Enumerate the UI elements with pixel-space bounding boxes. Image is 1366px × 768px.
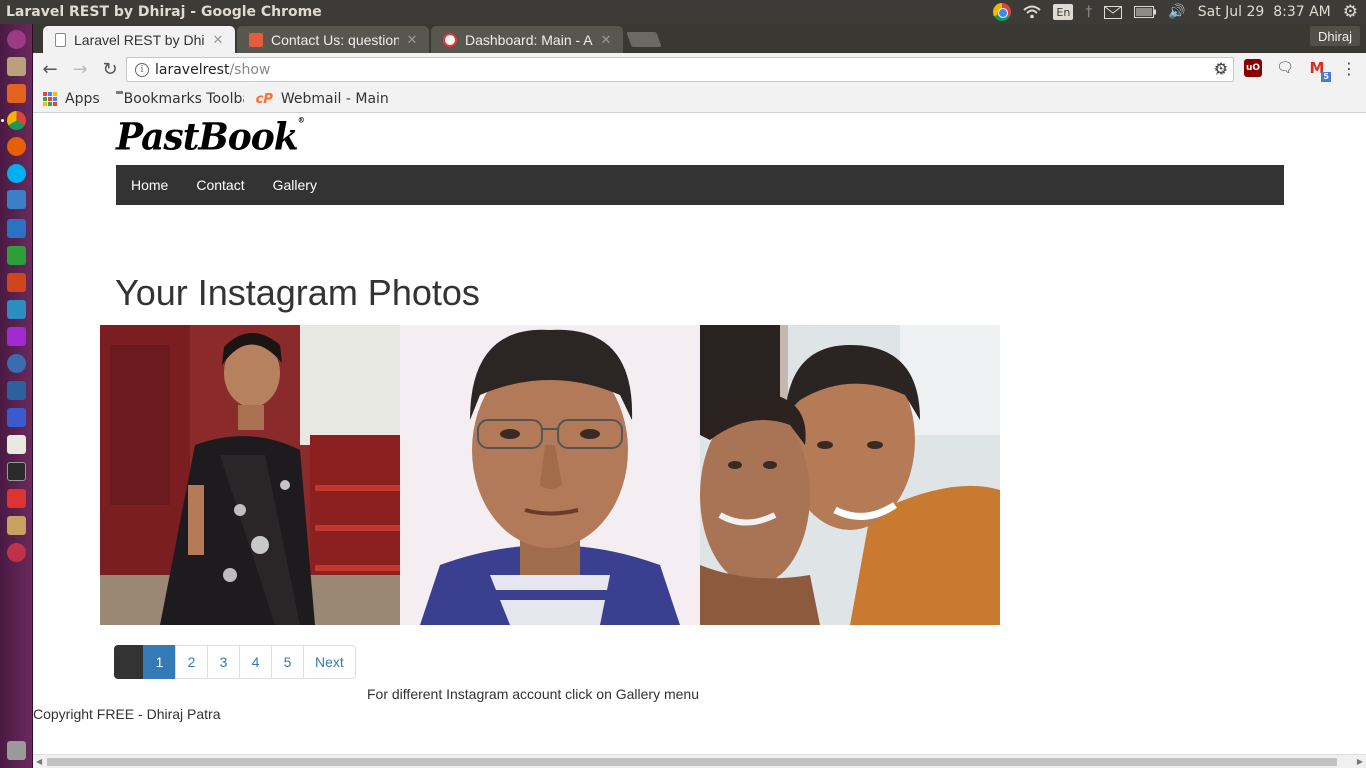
window-title: Laravel REST by Dhiraj - Google Chrome xyxy=(6,4,322,20)
target-icon xyxy=(443,32,457,47)
unity-launcher xyxy=(0,24,33,768)
bookmark-label: Bookmarks Toolbar xyxy=(123,91,244,107)
web-page: PastBook® Home Contact Gallery Your Inst… xyxy=(33,114,1366,754)
settings-gear-icon[interactable]: ⚙ xyxy=(1343,2,1358,22)
chrome-menu-icon[interactable]: ⋮ xyxy=(1340,59,1358,78)
tab-label: Laravel REST by Dhiraj xyxy=(74,31,205,48)
system-indicators: En † 🔊 Sat Jul 29 8:37 AM ⚙ xyxy=(993,2,1366,22)
cpanel-icon: cP xyxy=(255,91,273,107)
site-logo[interactable]: PastBook® xyxy=(116,114,305,160)
instagram-photo[interactable] xyxy=(100,325,400,625)
back-arrow-icon[interactable]: ← xyxy=(37,57,63,83)
scroll-right-arrow-icon[interactable]: ▶ xyxy=(1357,757,1363,766)
launcher-impress-icon[interactable] xyxy=(7,273,26,292)
nav-contact-link[interactable]: Contact xyxy=(182,165,258,205)
launcher-app6-icon[interactable] xyxy=(7,516,26,535)
close-icon[interactable]: ✕ xyxy=(211,32,225,48)
instagram-photo[interactable] xyxy=(700,325,1000,625)
apps-grid-icon xyxy=(43,92,57,106)
site-logo-text: PastBook xyxy=(116,114,299,160)
launcher-messenger-icon[interactable] xyxy=(7,190,26,209)
system-top-panel: Laravel REST by Dhiraj - Google Chrome E… xyxy=(0,0,1366,24)
gmail-icon[interactable]: M5 xyxy=(1308,59,1331,82)
scroll-left-arrow-icon[interactable]: ◀ xyxy=(36,757,42,766)
new-tab-button[interactable] xyxy=(626,32,662,47)
launcher-software-icon[interactable] xyxy=(7,84,26,103)
tab-label: Dashboard: Main - Activity xyxy=(465,31,593,48)
chrome-indicator-icon[interactable] xyxy=(993,2,1012,22)
address-bar[interactable]: i laravelrest/show ☆ xyxy=(126,57,1234,82)
nav-gallery-link[interactable]: Gallery xyxy=(259,165,331,205)
bookmark-label: Apps xyxy=(65,91,100,107)
horizontal-scrollbar[interactable]: ◀ ▶ xyxy=(33,754,1366,768)
launcher-phpstorm-icon[interactable] xyxy=(7,327,26,346)
launcher-skype-icon[interactable] xyxy=(7,164,26,183)
pagination-page-1[interactable]: 1 xyxy=(143,645,176,679)
launcher-calc-icon[interactable] xyxy=(7,246,26,265)
browser-tabstrip: Laravel REST by Dhiraj ✕ Contact Us: que… xyxy=(33,24,1366,53)
launcher-chrome-icon[interactable] xyxy=(7,111,26,130)
gallery-hint-text: For different Instagram account click on… xyxy=(367,686,700,702)
close-icon[interactable]: ✕ xyxy=(405,32,419,48)
site-navbar: Home Contact Gallery xyxy=(116,165,1284,205)
tab-dashboard[interactable]: Dashboard: Main - Activity ✕ xyxy=(431,26,623,53)
url-path: /show xyxy=(229,61,271,78)
pagination-next-button[interactable]: Next xyxy=(303,645,356,679)
pagination-page-2[interactable]: 2 xyxy=(175,645,208,679)
pagination-page-5[interactable]: 5 xyxy=(271,645,304,679)
close-icon[interactable]: ✕ xyxy=(599,32,613,48)
launcher-terminal-icon[interactable] xyxy=(7,462,26,481)
pagination-page-4[interactable]: 4 xyxy=(239,645,272,679)
clock[interactable]: Sat Jul 29 8:37 AM xyxy=(1198,2,1331,22)
launcher-app2-icon[interactable] xyxy=(7,354,26,373)
pagination-page-3[interactable]: 3 xyxy=(207,645,240,679)
profile-button[interactable]: Dhiraj xyxy=(1310,26,1360,46)
launcher-trash-icon[interactable] xyxy=(7,741,26,760)
ublock-icon[interactable]: uO xyxy=(1244,59,1262,77)
launcher-app4-icon[interactable] xyxy=(7,408,26,427)
bookmark-apps[interactable]: Apps xyxy=(43,91,100,107)
nav-home-link[interactable]: Home xyxy=(116,165,182,205)
tab-laravel-rest[interactable]: Laravel REST by Dhiraj ✕ xyxy=(43,26,235,53)
bluetooth-icon[interactable]: † xyxy=(1085,2,1092,22)
info-icon[interactable]: i xyxy=(135,62,149,77)
launcher-app5-icon[interactable] xyxy=(7,489,26,508)
reload-icon[interactable]: ↻ xyxy=(97,57,123,83)
scrollbar-thumb[interactable] xyxy=(47,758,1337,766)
launcher-firefox-icon[interactable] xyxy=(7,137,26,156)
extension-gear-icon[interactable]: ⚙ xyxy=(1212,59,1230,78)
site-favicon-icon xyxy=(249,32,263,47)
mail-icon[interactable] xyxy=(1104,2,1123,22)
keyboard-layout-indicator[interactable]: En xyxy=(1053,4,1074,20)
launcher-text-editor-icon[interactable] xyxy=(7,435,26,454)
launcher-files-icon[interactable] xyxy=(7,57,26,76)
launcher-writer-icon[interactable] xyxy=(7,219,26,238)
chat-bubble-icon[interactable]: 🗨 xyxy=(1276,59,1294,77)
tab-contact-us[interactable]: Contact Us: questions ✕ xyxy=(237,26,429,53)
launcher-app7-icon[interactable] xyxy=(7,543,26,562)
volume-icon[interactable]: 🔊 xyxy=(1168,2,1185,22)
instagram-photo[interactable] xyxy=(400,325,700,625)
forward-arrow-icon[interactable]: → xyxy=(67,57,93,83)
wifi-icon[interactable] xyxy=(1023,2,1042,22)
url-host: laravelrest xyxy=(155,61,230,78)
bookmark-folder-toolbar[interactable]: Bookmarks Toolbar xyxy=(115,91,244,107)
extension-icons: ⚙ uO 🗨 M5 ⋮ xyxy=(1212,59,1358,82)
tab-label: Contact Us: questions xyxy=(271,31,399,48)
pagination-previous-button[interactable] xyxy=(114,645,144,679)
bookmarks-bar: Apps Bookmarks Toolbar cP Webmail - Main xyxy=(33,86,1366,113)
footer-copyright: Copyright FREE - Dhiraj Patra xyxy=(33,706,221,722)
page-title: Your Instagram Photos xyxy=(115,272,480,313)
bookmark-webmail[interactable]: cP Webmail - Main xyxy=(256,91,389,107)
gmail-count-badge: 5 xyxy=(1321,72,1331,82)
launcher-dash-icon[interactable] xyxy=(7,30,26,49)
launcher-app-icon[interactable] xyxy=(7,300,26,319)
battery-icon[interactable] xyxy=(1134,2,1157,22)
photo-grid xyxy=(100,325,1000,625)
browser-toolbar: ← → ↻ i laravelrest/show ☆ ⚙ uO 🗨 M5 ⋮ xyxy=(33,53,1366,86)
launcher-app3-icon[interactable] xyxy=(7,381,26,400)
pagination: 1 2 3 4 5 Next xyxy=(114,645,356,679)
bookmark-label: Webmail - Main xyxy=(280,91,389,107)
page-icon xyxy=(55,32,66,47)
